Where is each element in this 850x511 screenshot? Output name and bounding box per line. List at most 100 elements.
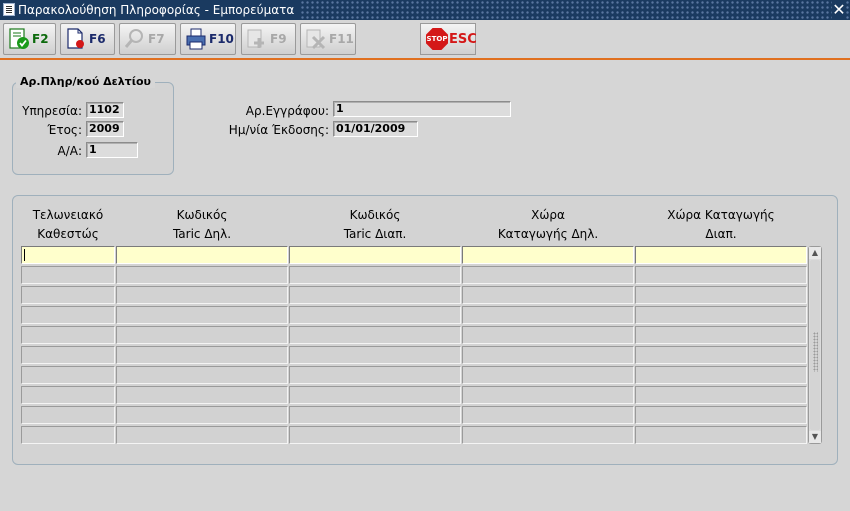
grid-cell[interactable] bbox=[116, 366, 288, 384]
grid-cell[interactable] bbox=[116, 346, 288, 364]
col-header-taric-verified: Κωδικός Taric Διαπ. bbox=[289, 206, 461, 244]
aa-field[interactable]: 1 bbox=[86, 142, 138, 158]
grid-cell[interactable] bbox=[289, 406, 461, 424]
col-header-origin-declared: Χώρα Καταγωγής Δηλ. bbox=[462, 206, 634, 244]
text-cursor bbox=[24, 249, 25, 261]
stop-esc-label: ESC bbox=[449, 32, 477, 47]
scroll-down-icon[interactable]: ▼ bbox=[809, 431, 821, 443]
col-header-line1: Χώρα bbox=[531, 208, 565, 222]
grid-cell[interactable] bbox=[635, 366, 807, 384]
doc-number-label: Αρ.Εγγράφου: bbox=[245, 104, 329, 118]
grid-cell[interactable] bbox=[635, 406, 807, 424]
delete-record-button[interactable]: F11 bbox=[300, 23, 356, 55]
document-id-frame-title: Αρ.Πληρ/κού Δελτίου bbox=[16, 75, 155, 88]
scroll-thumb[interactable] bbox=[810, 260, 820, 430]
grid-cell[interactable] bbox=[462, 326, 634, 344]
stop-esc-button[interactable]: STOP ESC bbox=[420, 23, 477, 55]
year-field[interactable]: 2009 bbox=[86, 121, 124, 137]
printer-icon bbox=[186, 28, 206, 50]
grid-cell[interactable] bbox=[289, 266, 461, 284]
grid-cell[interactable] bbox=[635, 426, 807, 444]
grid-cell[interactable] bbox=[289, 306, 461, 324]
search-button[interactable]: F7 bbox=[119, 23, 176, 55]
scroll-grip-icon bbox=[813, 332, 818, 372]
col-header-line1: Κωδικός bbox=[349, 208, 401, 222]
grid-cell[interactable] bbox=[289, 426, 461, 444]
col-header-line2: Διαπ. bbox=[705, 227, 737, 241]
grid-cell[interactable] bbox=[462, 246, 634, 264]
grid-cell[interactable] bbox=[462, 286, 634, 304]
grid-cell[interactable] bbox=[116, 386, 288, 404]
grid-cell[interactable] bbox=[462, 366, 634, 384]
insert-record-button[interactable]: F9 bbox=[241, 23, 296, 55]
title-bar: Παρακολούθηση Πληροφορίας - Εμπορεύματα … bbox=[0, 0, 850, 20]
grid-cell[interactable] bbox=[462, 266, 634, 284]
new-document-icon bbox=[67, 28, 84, 49]
col-header-line1: Κωδικός bbox=[176, 208, 228, 222]
grid-cell[interactable] bbox=[289, 286, 461, 304]
grid-cell[interactable] bbox=[21, 246, 115, 264]
stop-icon: STOP bbox=[426, 28, 448, 50]
save-button-label: F2 bbox=[32, 32, 49, 46]
issue-date-field[interactable]: 01/01/2009 bbox=[333, 121, 418, 137]
col-header-line2: Taric Διαπ. bbox=[343, 227, 407, 241]
service-field[interactable]: 1102 bbox=[86, 102, 124, 118]
save-button[interactable]: F2 bbox=[3, 23, 56, 55]
grid-cell[interactable] bbox=[116, 246, 288, 264]
issue-date-label: Ημ/νία Έκδοσης: bbox=[228, 123, 329, 137]
grid-cell[interactable] bbox=[21, 266, 115, 284]
grid-cell[interactable] bbox=[635, 306, 807, 324]
grid-cell[interactable] bbox=[635, 326, 807, 344]
grid-cell[interactable] bbox=[116, 406, 288, 424]
grid-cell[interactable] bbox=[116, 266, 288, 284]
doc-number-field[interactable]: 1 bbox=[333, 101, 511, 117]
grid-cell[interactable] bbox=[635, 346, 807, 364]
grid-cell[interactable] bbox=[462, 346, 634, 364]
grid-cell[interactable] bbox=[462, 426, 634, 444]
app-icon bbox=[3, 3, 15, 16]
grid-cell[interactable] bbox=[116, 306, 288, 324]
grid-cell[interactable] bbox=[289, 246, 461, 264]
grid-cell[interactable] bbox=[21, 426, 115, 444]
grid-scrollbar[interactable]: ▲ ▼ bbox=[808, 246, 822, 444]
grid-cell[interactable] bbox=[21, 366, 115, 384]
grid-cell[interactable] bbox=[116, 286, 288, 304]
grid-cell[interactable] bbox=[21, 326, 115, 344]
grid-cell[interactable] bbox=[21, 346, 115, 364]
new-record-button[interactable]: F6 bbox=[60, 23, 115, 55]
scroll-up-icon[interactable]: ▲ bbox=[809, 247, 821, 259]
grid-cell[interactable] bbox=[635, 286, 807, 304]
grid-cell[interactable] bbox=[21, 286, 115, 304]
grid-cell[interactable] bbox=[635, 386, 807, 404]
grid-cell[interactable] bbox=[462, 406, 634, 424]
print-button[interactable]: F10 bbox=[180, 23, 236, 55]
grid-cell[interactable] bbox=[116, 426, 288, 444]
grid-cell[interactable] bbox=[635, 246, 807, 264]
insert-record-button-label: F9 bbox=[270, 32, 287, 46]
grid-cell[interactable] bbox=[462, 386, 634, 404]
grid-cell[interactable] bbox=[21, 406, 115, 424]
delete-record-button-label: F11 bbox=[329, 32, 354, 46]
grid-cell[interactable] bbox=[116, 326, 288, 344]
grid-cell[interactable] bbox=[289, 386, 461, 404]
toolbar: F2 F6 F7 F10 F9 F11 STOP ESC bbox=[0, 20, 850, 60]
grid-cell[interactable] bbox=[635, 266, 807, 284]
grid-cell[interactable] bbox=[462, 306, 634, 324]
grid-cell[interactable] bbox=[289, 346, 461, 364]
col-header-line1: Τελωνειακό bbox=[32, 208, 104, 222]
grid-cell[interactable] bbox=[21, 386, 115, 404]
save-check-icon bbox=[9, 28, 29, 49]
grid-cell[interactable] bbox=[289, 366, 461, 384]
delete-icon bbox=[306, 29, 326, 50]
add-icon bbox=[247, 29, 264, 48]
col-header-origin-verified: Χώρα Καταγωγής Διαπ. bbox=[635, 206, 807, 244]
col-header-line1: Χώρα Καταγωγής bbox=[667, 208, 775, 222]
window-title-area: Παρακολούθηση Πληροφορίας - Εμπορεύματα bbox=[0, 0, 301, 20]
year-label: Έτος: bbox=[47, 123, 82, 137]
print-button-label: F10 bbox=[209, 32, 234, 46]
col-header-line2: Καταγωγής Δηλ. bbox=[497, 227, 599, 241]
grid-cell[interactable] bbox=[289, 326, 461, 344]
close-icon[interactable]: ✕ bbox=[832, 0, 846, 20]
col-header-taric-declared: Κωδικός Taric Δηλ. bbox=[116, 206, 288, 244]
grid-cell[interactable] bbox=[21, 306, 115, 324]
